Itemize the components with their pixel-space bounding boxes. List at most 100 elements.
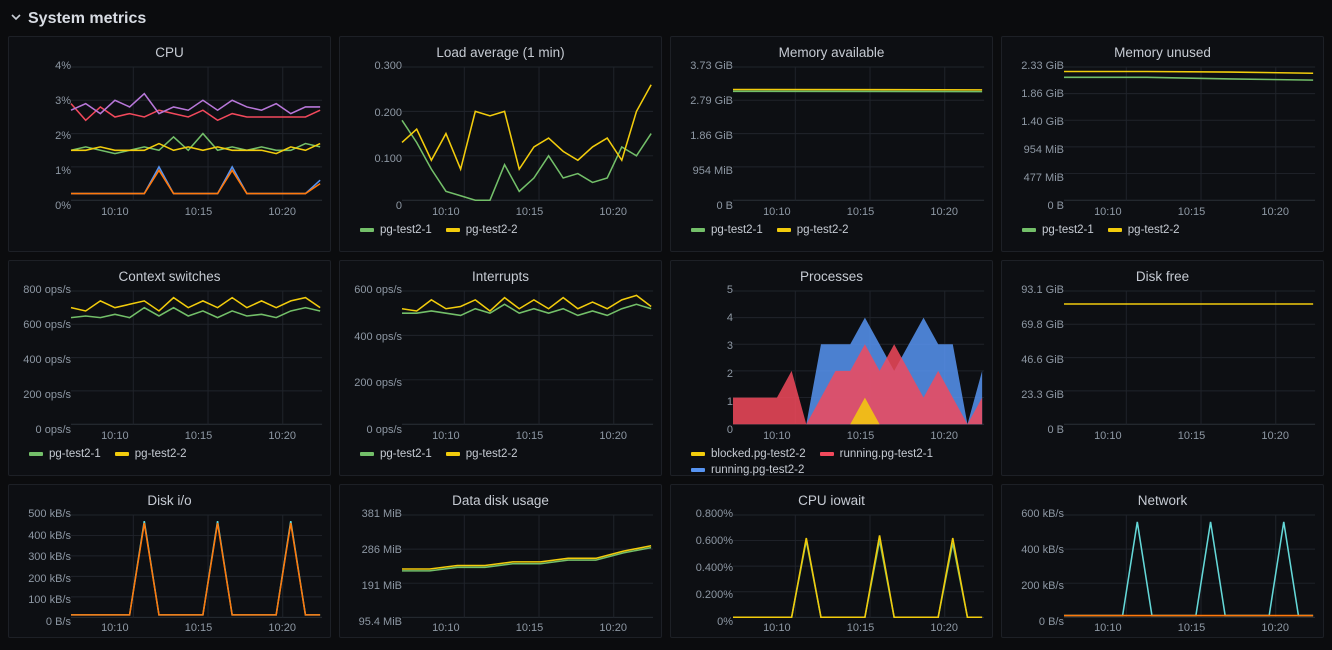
legend-label: pg-test2-1 — [49, 448, 101, 460]
legend-item[interactable]: pg-test2-2 — [446, 448, 518, 460]
panel-memavail[interactable]: Memory available0 B954 MiB1.86 GiB2.79 G… — [670, 36, 993, 252]
legend-item[interactable]: pg-test2-1 — [1022, 224, 1094, 236]
y-tick-label: 1.86 GiB — [677, 130, 733, 142]
legend-item[interactable]: pg-test2-1 — [691, 224, 763, 236]
panel-diskfree[interactable]: Disk free0 B23.3 GiB46.6 GiB69.8 GiB93.1… — [1001, 260, 1324, 476]
legend-swatch — [446, 452, 460, 456]
plot-area[interactable]: 00.1000.2000.300 — [346, 66, 655, 206]
y-tick-label: 600 ops/s — [346, 284, 402, 296]
plot-area[interactable]: 95.4 MiB191 MiB286 MiB381 MiB — [346, 514, 655, 622]
x-tick-label: 10:15 — [819, 430, 903, 444]
panel-intr[interactable]: Interrupts0 ops/s200 ops/s400 ops/s600 o… — [339, 260, 662, 476]
section-title: System metrics — [28, 10, 146, 28]
plot-area[interactable]: 0 B23.3 GiB46.6 GiB69.8 GiB93.1 GiB — [1008, 290, 1317, 430]
x-tick-label: 10:10 — [73, 430, 157, 444]
y-tick-label: 1% — [15, 165, 71, 177]
x-tick-label: 10:15 — [1150, 622, 1234, 636]
plot-area[interactable]: 012345 — [677, 290, 986, 430]
legend-item[interactable]: pg-test2-2 — [777, 224, 849, 236]
y-tick-label: 1 — [677, 396, 733, 408]
section-toggle[interactable]: System metrics — [8, 6, 1324, 36]
chevron-down-icon — [10, 10, 22, 28]
x-tick-label: 10:20 — [1233, 206, 1317, 220]
legend-swatch — [777, 228, 791, 232]
plot-area[interactable]: 0 B954 MiB1.86 GiB2.79 GiB3.73 GiB — [677, 66, 986, 206]
y-tick-label: 0 B — [1008, 424, 1064, 436]
legend: pg-test2-1 pg-test2-2 — [1008, 220, 1317, 236]
y-tick-label: 2% — [15, 130, 71, 142]
legend-item[interactable]: pg-test2-2 — [1108, 224, 1180, 236]
x-tick-label: 10:10 — [735, 206, 819, 220]
y-tick-label: 0 — [346, 200, 402, 212]
y-tick-label: 3.73 GiB — [677, 60, 733, 72]
panel-datadisk[interactable]: Data disk usage95.4 MiB191 MiB286 MiB381… — [339, 484, 662, 638]
panel-diskio[interactable]: Disk i/o0 B/s100 kB/s200 kB/s300 kB/s400… — [8, 484, 331, 638]
plot-area[interactable]: 0%0.200%0.400%0.600%0.800% — [677, 514, 986, 622]
legend-item[interactable]: pg-test2-2 — [446, 224, 518, 236]
panel-proc[interactable]: Processes01234510:1010:1510:20blocked.pg… — [670, 260, 993, 476]
y-tick-label: 0.200 — [346, 107, 402, 119]
legend-label: pg-test2-2 — [135, 448, 187, 460]
y-tick-label: 4 — [677, 312, 733, 324]
plot-area[interactable]: 0%1%2%3%4% — [15, 66, 324, 206]
y-tick-label: 3 — [677, 340, 733, 352]
x-tick-label: 10:10 — [73, 206, 157, 220]
y-tick-label: 0 B/s — [1008, 616, 1064, 628]
y-tick-label: 100 kB/s — [15, 594, 71, 606]
plot-area[interactable]: 0 ops/s200 ops/s400 ops/s600 ops/s800 op… — [15, 290, 324, 430]
legend-swatch — [446, 228, 460, 232]
y-tick-label: 200 ops/s — [15, 389, 71, 401]
y-tick-label: 800 ops/s — [15, 284, 71, 296]
plot-area[interactable]: 0 ops/s200 ops/s400 ops/s600 ops/s — [346, 290, 655, 430]
plot-area[interactable]: 0 B/s100 kB/s200 kB/s300 kB/s400 kB/s500… — [15, 514, 324, 622]
panel-cpu[interactable]: CPU0%1%2%3%4%10:1010:1510:20 — [8, 36, 331, 252]
legend-label: pg-test2-2 — [466, 224, 518, 236]
x-tick-label: 10:20 — [240, 206, 324, 220]
legend-swatch — [1108, 228, 1122, 232]
panel-cpuiowait[interactable]: CPU iowait0%0.200%0.400%0.600%0.800%10:1… — [670, 484, 993, 638]
x-tick-label: 10:20 — [902, 430, 986, 444]
legend-item[interactable]: pg-test2-2 — [115, 448, 187, 460]
x-tick-label: 10:10 — [735, 430, 819, 444]
y-tick-label: 93.1 GiB — [1008, 284, 1064, 296]
legend-item[interactable]: blocked.pg-test2-2 — [691, 448, 806, 460]
legend-label: blocked.pg-test2-2 — [711, 448, 806, 460]
y-tick-label: 5 — [677, 284, 733, 296]
x-tick-label: 10:15 — [1150, 206, 1234, 220]
legend-item[interactable]: pg-test2-1 — [29, 448, 101, 460]
panel-network[interactable]: Network0 B/s200 kB/s400 kB/s600 kB/s10:1… — [1001, 484, 1324, 638]
y-tick-label: 0 B — [1008, 200, 1064, 212]
y-tick-label: 23.3 GiB — [1008, 389, 1064, 401]
legend-swatch — [360, 452, 374, 456]
legend-item[interactable]: running.pg-test2-2 — [691, 464, 804, 476]
legend-item[interactable]: pg-test2-1 — [360, 224, 432, 236]
legend: pg-test2-1 pg-test2-2 — [15, 444, 324, 460]
y-tick-label: 300 kB/s — [15, 551, 71, 563]
legend-item[interactable]: running.pg-test2-1 — [820, 448, 933, 460]
plot-area[interactable]: 0 B/s200 kB/s400 kB/s600 kB/s — [1008, 514, 1317, 622]
x-tick-label: 10:10 — [404, 622, 488, 636]
x-tick-label: 10:20 — [1233, 622, 1317, 636]
panel-ctxsw[interactable]: Context switches0 ops/s200 ops/s400 ops/… — [8, 260, 331, 476]
x-tick-label: 10:20 — [571, 206, 655, 220]
y-tick-label: 2.33 GiB — [1008, 60, 1064, 72]
plot-area[interactable]: 0 B477 MiB954 MiB1.40 GiB1.86 GiB2.33 Gi… — [1008, 66, 1317, 206]
x-tick-label: 10:10 — [404, 206, 488, 220]
legend-item[interactable]: pg-test2-1 — [360, 448, 432, 460]
legend-swatch — [360, 228, 374, 232]
panel-memunused[interactable]: Memory unused0 B477 MiB954 MiB1.40 GiB1.… — [1001, 36, 1324, 252]
y-tick-label: 0 ops/s — [346, 424, 402, 436]
y-tick-label: 95.4 MiB — [346, 616, 402, 628]
y-tick-label: 0 ops/s — [15, 424, 71, 436]
y-tick-label: 0.800% — [677, 508, 733, 520]
y-tick-label: 0% — [677, 616, 733, 628]
y-tick-label: 2.79 GiB — [677, 95, 733, 107]
panel-load[interactable]: Load average (1 min)00.1000.2000.30010:1… — [339, 36, 662, 252]
y-tick-label: 1.40 GiB — [1008, 116, 1064, 128]
y-tick-label: 500 kB/s — [15, 508, 71, 520]
y-tick-label: 69.8 GiB — [1008, 319, 1064, 331]
x-tick-label: 10:15 — [488, 206, 572, 220]
legend-label: pg-test2-1 — [380, 224, 432, 236]
legend-label: pg-test2-1 — [380, 448, 432, 460]
y-tick-label: 400 ops/s — [346, 331, 402, 343]
